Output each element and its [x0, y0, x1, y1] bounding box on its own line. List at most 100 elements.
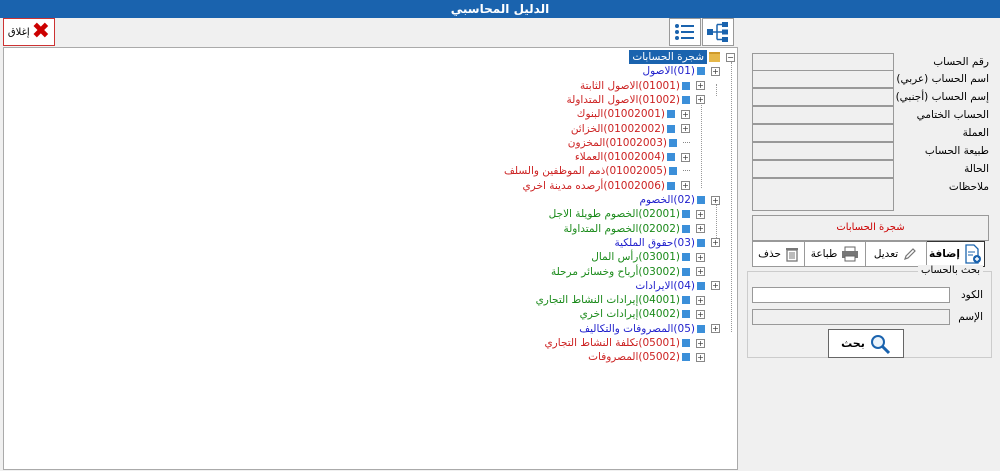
search-name-label: الإسم	[958, 311, 983, 323]
account-number-field[interactable]	[752, 53, 894, 71]
account-nature-field[interactable]	[752, 142, 894, 160]
account-node-icon	[697, 67, 705, 76]
expand-icon[interactable]: +	[711, 281, 720, 291]
tree-node-label: (01001)الاصول الثابتة	[579, 79, 680, 92]
tree-node[interactable]: + (01002004)العملاء	[575, 150, 690, 164]
tree-node[interactable]: + (02002)الخصوم المتداولة	[563, 222, 705, 236]
currency-field[interactable]	[752, 124, 894, 142]
tree-node-label: (01002002)الخزائن	[570, 122, 665, 135]
tree-node-label: (05002)المصروفات	[588, 351, 680, 364]
notes-label: ملاحظات	[948, 181, 989, 193]
expand-icon[interactable]: +	[681, 152, 690, 162]
tree-node[interactable]: + (01)الاصول	[643, 64, 720, 78]
add-button[interactable]: إضافة	[926, 241, 985, 267]
tree-node[interactable]: + (05002)المصروفات	[588, 350, 705, 364]
tree-node-label: (05)المصروفات والتكاليف	[579, 322, 695, 335]
tree-node-label: (02001)الخصوم طويلة الاجل	[548, 208, 680, 221]
close-icon: ✖	[31, 19, 51, 44]
expand-icon[interactable]: +	[696, 309, 705, 319]
close-button[interactable]: إغلاق ✖	[3, 18, 55, 46]
tree-node-label: (04)الايرادات	[635, 279, 695, 292]
expand-icon[interactable]: +	[696, 267, 705, 276]
expand-icon[interactable]: +	[696, 224, 705, 234]
tree-node[interactable]: + (05)المصروفات والتكاليف	[579, 322, 720, 336]
account-name-foreign-field[interactable]	[752, 88, 894, 106]
tree-node[interactable]: + (04002)إيرادات اخري	[580, 307, 705, 321]
delete-button[interactable]: حذف	[752, 241, 805, 267]
tree-node-label: (01002004)العملاء	[574, 151, 665, 164]
account-node-icon	[682, 210, 690, 219]
final-account-label: الحساب الختامي	[916, 109, 989, 121]
expand-icon[interactable]: +	[696, 209, 705, 219]
delete-label: حذف	[758, 248, 781, 260]
tree-node-label: (05001)تكلفة النشاط التجاري	[544, 337, 680, 349]
tree-node[interactable]: (01002005)ذمم الموظفين والسلف	[504, 164, 690, 178]
search-button-label: بحث	[841, 337, 865, 350]
tree-node[interactable]: + (05001)تكلفة النشاط التجاري	[544, 336, 705, 350]
tree-node[interactable]: + (01002006)أرصده مدينة اخري	[522, 179, 690, 193]
tree-node-label: (01002)الاصول المتداولة	[566, 93, 680, 106]
status-label: الحالة	[964, 163, 989, 175]
search-code-input[interactable]	[752, 287, 950, 303]
expand-icon[interactable]: +	[711, 66, 720, 76]
print-button[interactable]: طباعة	[804, 241, 866, 267]
account-node-icon	[682, 353, 690, 362]
tree-node[interactable]: + (03002)أرباح وخسائر مرحلة	[551, 265, 705, 279]
expand-icon[interactable]: +	[711, 238, 720, 248]
expand-icon[interactable]: +	[696, 295, 705, 305]
search-legend: بحث بالحساب	[918, 265, 983, 276]
tree-node-label: (02002)الخصوم المتداولة	[563, 222, 680, 235]
account-name-ar-label: اسم الحساب (عربي)	[896, 73, 989, 85]
edit-button[interactable]: تعديل	[865, 241, 927, 267]
account-tree-button[interactable]: شجرة الحسابات	[752, 215, 989, 241]
search-button[interactable]: بحث	[828, 329, 904, 358]
tree-node[interactable]: + (02001)الخصوم طويلة الاجل	[549, 207, 705, 221]
search-name-input[interactable]	[752, 309, 950, 325]
expand-icon[interactable]: +	[681, 181, 690, 191]
account-name-ar-field[interactable]	[752, 70, 894, 88]
tree-node[interactable]: + (01002002)الخزائن	[571, 122, 690, 136]
magnifier-icon	[870, 334, 890, 354]
expand-icon[interactable]: +	[711, 324, 720, 334]
tree-view-button[interactable]	[702, 18, 734, 46]
tree-root[interactable]: − شجرة الحسابات	[629, 50, 735, 64]
tree-node[interactable]: (01002003)المخزون	[568, 136, 690, 150]
final-account-field[interactable]	[752, 106, 894, 124]
tree-node[interactable]: + (02)الخصوم	[639, 193, 720, 207]
tree-node-label: (01002005)ذمم الموظفين والسلف	[504, 165, 667, 178]
account-node-icon	[667, 153, 675, 162]
expand-icon[interactable]: +	[681, 109, 690, 119]
expand-icon[interactable]: +	[696, 252, 705, 262]
tree-guide-line	[716, 84, 717, 96]
expand-icon[interactable]: +	[696, 352, 705, 362]
account-name-foreign-label: إسم الحساب (أجنبي)	[895, 91, 989, 103]
tree-guide-line	[701, 98, 702, 188]
expand-icon[interactable]: +	[681, 124, 690, 133]
tree-node[interactable]: + (01002)الاصول المتداولة	[566, 93, 705, 107]
pencil-icon	[904, 248, 917, 260]
account-node-icon	[682, 95, 690, 104]
expand-icon[interactable]: +	[696, 81, 705, 91]
accounts-tree-panel[interactable]: − شجرة الحسابات + (01)الاصول + (01001)الاصو…	[3, 47, 738, 470]
tree-node[interactable]: + (01001)الاصول الثابتة	[580, 79, 705, 93]
tree-node[interactable]: + (04)الايرادات	[635, 279, 720, 293]
expand-icon[interactable]: +	[696, 95, 705, 105]
expand-icon[interactable]: +	[711, 195, 720, 205]
add-label: إضافة	[929, 248, 960, 260]
list-view-button[interactable]	[669, 18, 701, 46]
tree-node[interactable]: + (04001)إيرادات النشاط التجاري	[536, 293, 705, 307]
tree-root-label: شجرة الحسابات	[629, 50, 707, 64]
tree-node[interactable]: + (03001)رأس المال	[591, 250, 705, 264]
status-field[interactable]	[752, 160, 894, 178]
account-node-icon	[697, 238, 705, 247]
expand-icon[interactable]: +	[696, 338, 705, 348]
tree-node-label: (01002006)أرصده مدينة اخري	[522, 179, 665, 192]
account-node-icon	[682, 224, 690, 233]
collapse-icon[interactable]: −	[726, 52, 735, 62]
tree-node[interactable]: + (03)حقوق الملكية	[614, 236, 720, 250]
tree-node[interactable]: + (01002001)البنوك	[577, 107, 690, 121]
print-label: طباعة	[810, 248, 838, 260]
trash-icon	[785, 248, 798, 262]
tree-node-label: (03)حقوق الملكية	[614, 236, 695, 249]
notes-field[interactable]	[752, 178, 894, 211]
